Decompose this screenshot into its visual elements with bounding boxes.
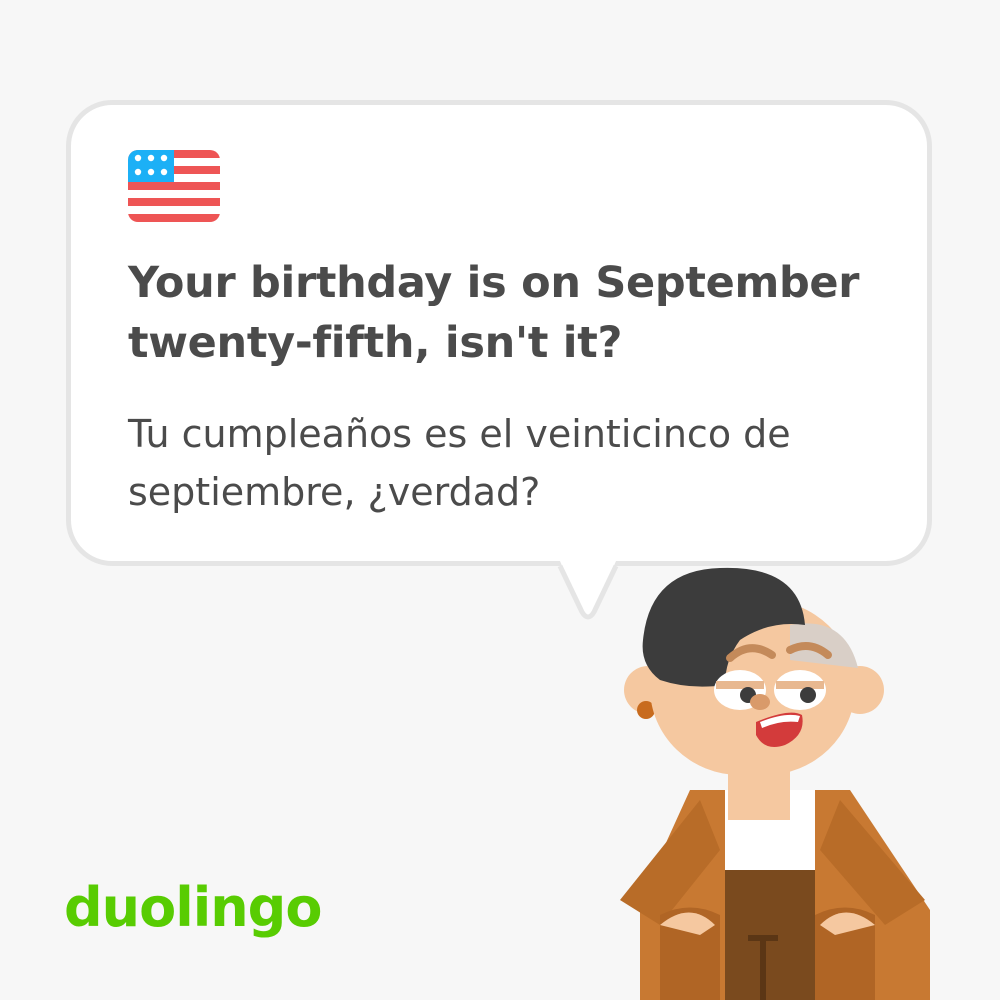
english-phrase: Your birthday is on September twenty-fif… bbox=[128, 258, 860, 368]
character-body bbox=[620, 790, 930, 1000]
us-flag-icon bbox=[128, 150, 220, 222]
character-illustration bbox=[620, 567, 930, 1000]
spanish-translation: Tu cumpleaños es el veinticinco de septi… bbox=[128, 412, 791, 514]
duolingo-logo: duolingo bbox=[64, 876, 322, 939]
